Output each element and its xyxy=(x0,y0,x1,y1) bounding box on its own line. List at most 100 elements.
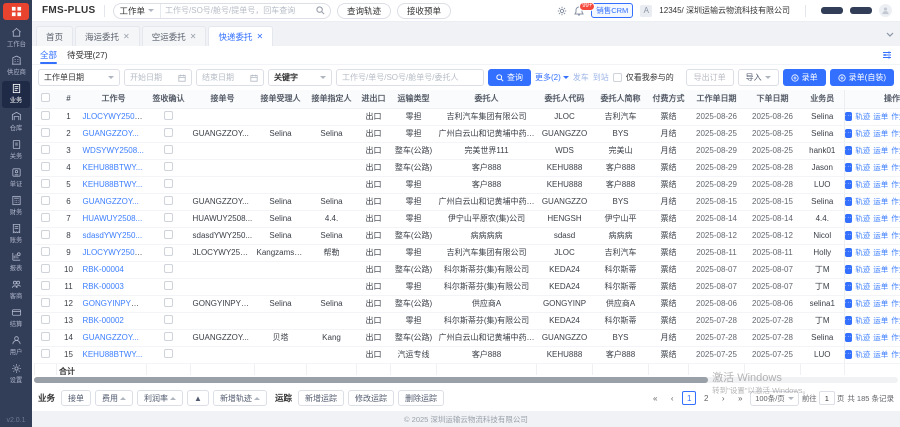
tabs-more-icon[interactable] xyxy=(886,30,894,38)
query-track-button[interactable]: 查询轨迹 xyxy=(337,3,391,19)
row-op-运单[interactable]: 运单 xyxy=(873,281,888,292)
page-size-select[interactable]: 100条/页 xyxy=(750,391,799,406)
sidebar-item-1[interactable]: 工作台 xyxy=(2,25,30,52)
search-button[interactable]: 查询 xyxy=(488,69,531,86)
row-op-运单[interactable]: 运单 xyxy=(873,264,888,275)
job-number-link[interactable]: sdasdYWY250... xyxy=(83,231,143,240)
keyword-input[interactable]: 工作号/单号/SO号/舱单号/委托人 xyxy=(336,69,484,86)
row-op-轨迹[interactable]: 轨迹 xyxy=(855,247,870,258)
job-number-link[interactable]: WDSYWY2508... xyxy=(83,146,144,155)
sign-confirm-checkbox[interactable] xyxy=(164,332,173,341)
row-checkbox[interactable] xyxy=(41,145,50,154)
message-icon[interactable]: ··· xyxy=(845,350,853,359)
job-number-link[interactable]: JLOCYWY2508... xyxy=(83,112,146,121)
row-checkbox[interactable] xyxy=(41,128,50,137)
job-number-link[interactable]: RBK-00003 xyxy=(83,282,124,291)
tab-1[interactable]: 首页 xyxy=(36,26,73,46)
row-op-作业[interactable]: 作业 xyxy=(891,128,900,139)
message-icon[interactable]: ··· xyxy=(845,333,853,342)
row-op-作业[interactable]: 作业 xyxy=(891,281,900,292)
close-icon[interactable]: ✕ xyxy=(256,32,263,41)
search-module-select[interactable]: 工作单 xyxy=(114,4,162,18)
sign-confirm-checkbox[interactable] xyxy=(164,213,173,222)
row-op-作业[interactable]: 作业 xyxy=(891,247,900,258)
row-op-运单[interactable]: 运单 xyxy=(873,230,888,241)
sign-confirm-checkbox[interactable] xyxy=(164,128,173,137)
row-op-运单[interactable]: 运单 xyxy=(873,349,888,360)
sidebar-item-11[interactable]: 结算 xyxy=(2,305,30,332)
job-number-link[interactable]: GUANGZZOY... xyxy=(83,197,139,206)
sign-confirm-checkbox[interactable] xyxy=(164,162,173,171)
sidebar-item-4[interactable]: 仓库 xyxy=(2,109,30,136)
depart-button[interactable]: 发车 xyxy=(573,72,589,83)
search-icon[interactable] xyxy=(316,6,325,15)
sidebar-item-12[interactable]: 用户 xyxy=(2,333,30,360)
row-op-轨迹[interactable]: 轨迹 xyxy=(855,213,870,224)
row-op-轨迹[interactable]: 轨迹 xyxy=(855,145,870,156)
first-page-button[interactable]: « xyxy=(648,391,662,405)
date-type-select[interactable]: 工作单日期 xyxy=(38,69,120,86)
row-checkbox[interactable] xyxy=(41,332,50,341)
row-op-轨迹[interactable]: 轨迹 xyxy=(855,349,870,360)
gear-icon[interactable] xyxy=(557,6,567,16)
track-2-button[interactable]: 修改运踪 xyxy=(348,390,394,406)
global-search-input[interactable] xyxy=(161,6,311,15)
message-icon[interactable]: ··· xyxy=(845,129,853,138)
keyword-type-select[interactable]: 关键字 xyxy=(268,69,332,86)
row-checkbox[interactable] xyxy=(41,196,50,205)
subtab-2[interactable]: 待受理(27) xyxy=(67,46,108,64)
create-order-button[interactable]: 录单 xyxy=(783,69,826,86)
row-op-作业[interactable]: 作业 xyxy=(891,179,900,190)
sign-confirm-checkbox[interactable] xyxy=(164,315,173,324)
next-page-button[interactable]: › xyxy=(716,391,730,405)
receive-order-button[interactable]: 接收预单 xyxy=(397,3,451,19)
row-op-作业[interactable]: 作业 xyxy=(891,111,900,122)
row-op-轨迹[interactable]: 轨迹 xyxy=(855,281,870,292)
business-3-button[interactable]: 利润率 xyxy=(137,390,183,406)
row-op-作业[interactable]: 作业 xyxy=(891,145,900,156)
sidebar-item-3[interactable]: 业务 xyxy=(2,81,30,108)
message-icon[interactable]: ··· xyxy=(845,282,853,291)
row-op-作业[interactable]: 作业 xyxy=(891,332,900,343)
row-checkbox[interactable] xyxy=(41,213,50,222)
row-op-轨迹[interactable]: 轨迹 xyxy=(855,162,870,173)
row-checkbox[interactable] xyxy=(41,162,50,171)
message-icon[interactable]: ··· xyxy=(845,112,853,121)
scrollbar-track[interactable] xyxy=(34,377,898,383)
row-op-作业[interactable]: 作业 xyxy=(891,213,900,224)
business-5-button[interactable]: 新增轨迹 xyxy=(213,390,267,406)
export-orders-button[interactable]: 导出订单 xyxy=(686,69,734,86)
sign-confirm-checkbox[interactable] xyxy=(164,179,173,188)
row-op-轨迹[interactable]: 轨迹 xyxy=(855,111,870,122)
job-number-link[interactable]: KEHU88BTWY... xyxy=(83,180,143,189)
message-icon[interactable]: ··· xyxy=(845,316,853,325)
create-order-self-button[interactable]: 录单(自装) xyxy=(830,69,894,86)
row-op-轨迹[interactable]: 轨迹 xyxy=(855,196,870,207)
sidebar-item-10[interactable]: 客商 xyxy=(2,277,30,304)
user-avatar-icon[interactable] xyxy=(879,4,892,17)
import-button[interactable]: 导入 xyxy=(738,69,779,86)
row-op-作业[interactable]: 作业 xyxy=(891,315,900,326)
sign-confirm-checkbox[interactable] xyxy=(164,281,173,290)
job-number-link[interactable]: GUANGZZOY... xyxy=(83,333,139,342)
row-checkbox[interactable] xyxy=(41,349,50,358)
row-op-运单[interactable]: 运单 xyxy=(873,213,888,224)
business-2-button[interactable]: 费用 xyxy=(95,390,133,406)
close-icon[interactable]: ✕ xyxy=(123,32,130,41)
sign-confirm-checkbox[interactable] xyxy=(164,349,173,358)
row-checkbox[interactable] xyxy=(41,247,50,256)
end-date-input[interactable]: 结束日期 xyxy=(196,69,264,86)
job-number-link[interactable]: GUANGZZOY... xyxy=(83,129,139,138)
row-checkbox[interactable] xyxy=(41,230,50,239)
sign-confirm-checkbox[interactable] xyxy=(164,298,173,307)
prev-page-button[interactable]: ‹ xyxy=(665,391,679,405)
sign-confirm-checkbox[interactable] xyxy=(164,145,173,154)
message-icon[interactable]: ··· xyxy=(845,146,853,155)
row-op-运单[interactable]: 运单 xyxy=(873,162,888,173)
row-op-作业[interactable]: 作业 xyxy=(891,230,900,241)
page-number-1[interactable]: 1 xyxy=(682,391,696,405)
goto-page-input[interactable] xyxy=(819,391,835,405)
tab-2[interactable]: 海运委托✕ xyxy=(75,26,140,46)
row-op-运单[interactable]: 运单 xyxy=(873,298,888,309)
row-checkbox[interactable] xyxy=(41,281,50,290)
